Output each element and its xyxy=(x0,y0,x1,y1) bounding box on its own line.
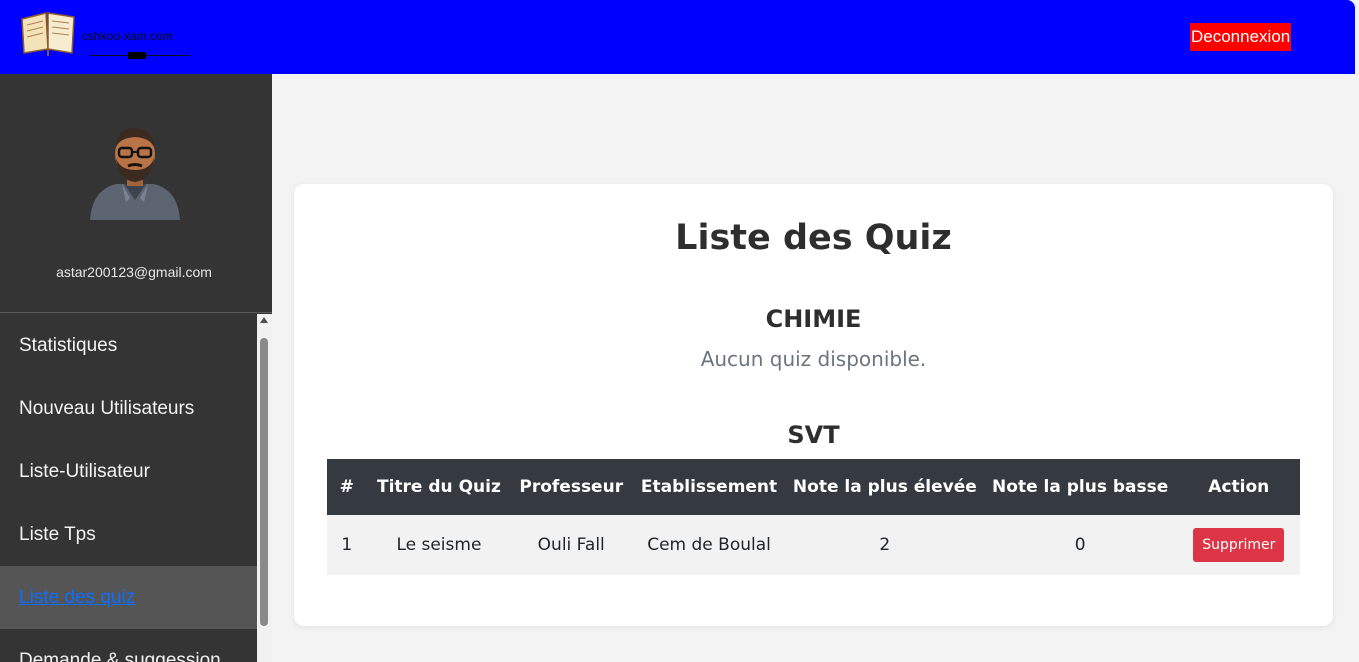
logo-text: cshkou-xam.com xyxy=(82,29,173,43)
cell-action: Supprimer xyxy=(1178,515,1300,575)
sidebar-item-liste-utilisateur[interactable]: Liste-Utilisateur xyxy=(0,440,257,503)
column-header: Action xyxy=(1208,477,1270,497)
scroll-thumb[interactable] xyxy=(260,338,268,626)
column-header: Etablissement xyxy=(640,477,778,497)
site-logo[interactable]: cshkou-xam.com xyxy=(18,9,198,61)
book-logo-icon xyxy=(21,12,75,56)
column-header: # xyxy=(339,477,354,497)
table-row: 1 Le seisme Ouli Fall Cem de Boulal 2 0 … xyxy=(327,515,1300,575)
top-bar: cshkou-xam.com Deconnexion xyxy=(0,0,1355,74)
subject-heading-svt: SVT xyxy=(787,421,840,449)
cell-school: Cem de Boulal xyxy=(647,535,771,555)
user-email: astar200123@gmail.com xyxy=(56,264,212,280)
sidebar: astar200123@gmail.com Statistiques Nouve… xyxy=(0,74,272,662)
logout-button[interactable]: Deconnexion xyxy=(1190,23,1292,51)
column-header: Professeur xyxy=(519,477,624,497)
column-header: Titre du Quiz xyxy=(377,477,501,497)
sidebar-scrollbar[interactable] xyxy=(257,314,272,662)
cell-number: 1 xyxy=(341,535,353,555)
delete-button[interactable]: Supprimer xyxy=(1193,528,1285,562)
sidebar-divider xyxy=(0,312,272,313)
subject-heading-chimie: CHIMIE xyxy=(765,305,862,333)
cell-quiz-title: Le seisme xyxy=(396,535,482,555)
sidebar-item-liste-des-quiz[interactable]: Liste des quiz xyxy=(0,566,257,629)
empty-message: Aucun quiz disponible. xyxy=(700,347,927,371)
quiz-list-card: Liste des Quiz CHIMIE Aucun quiz disponi… xyxy=(294,184,1333,626)
column-header: Note la plus élevée xyxy=(792,477,977,497)
column-header: Note la plus basse xyxy=(992,477,1169,497)
sidebar-item-liste-tps[interactable]: Liste Tps xyxy=(0,503,257,566)
sidebar-menu: Statistiques Nouveau Utilisateurs Liste-… xyxy=(0,314,257,662)
sidebar-item-nouveau-utilisateurs[interactable]: Nouveau Utilisateurs xyxy=(0,377,257,440)
logo-knob xyxy=(128,52,146,59)
scroll-up-arrow-icon[interactable] xyxy=(260,317,268,323)
quiz-table: # Titre du Quiz Professeur Etablissement… xyxy=(327,459,1300,575)
sidebar-item-statistiques[interactable]: Statistiques xyxy=(0,314,257,377)
cell-highest-score: 2 xyxy=(879,535,891,555)
page-title: Liste des Quiz xyxy=(675,218,952,258)
sidebar-item-demande-suggession[interactable]: Demande & suggession xyxy=(0,629,257,662)
cell-lowest-score: 0 xyxy=(1074,535,1086,555)
avatar xyxy=(90,128,180,220)
profile-panel: astar200123@gmail.com xyxy=(0,74,272,312)
table-header-row: # Titre du Quiz Professeur Etablissement… xyxy=(327,459,1300,515)
cell-professor: Ouli Fall xyxy=(537,535,605,555)
